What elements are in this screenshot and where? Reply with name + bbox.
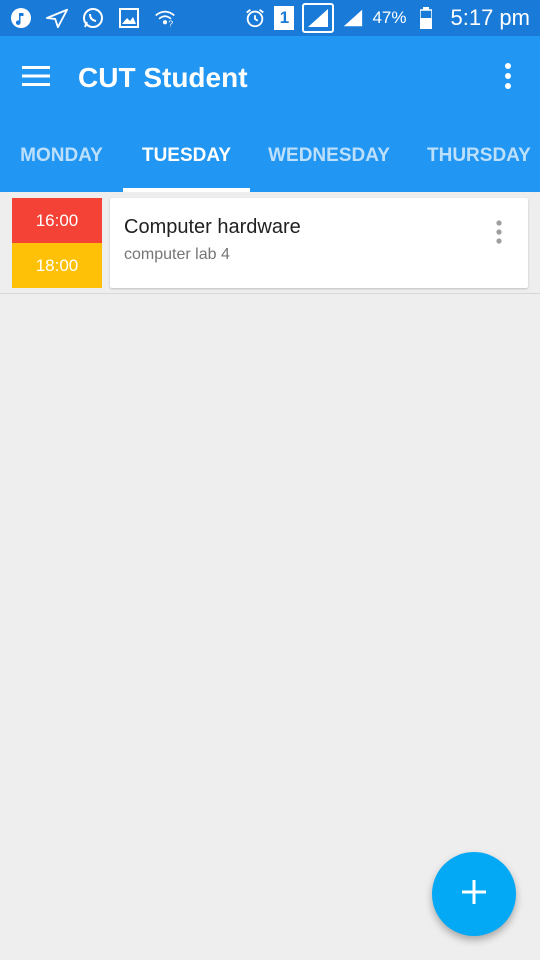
overflow-menu-button[interactable]	[476, 36, 540, 120]
status-bar: ? 1 47% 5:17 pm	[0, 0, 540, 36]
image-icon	[118, 7, 140, 29]
clock: 5:17 pm	[450, 5, 531, 30]
time-block: 16:00 18:00	[12, 198, 102, 288]
card-menu-button[interactable]	[492, 219, 506, 249]
subject-name: Computer hardware	[124, 216, 301, 238]
plus-icon	[462, 879, 486, 909]
battery-percent: 47%	[372, 8, 407, 27]
add-class-button[interactable]	[432, 852, 516, 936]
alarm-icon	[244, 7, 266, 29]
battery-icon	[415, 7, 437, 29]
svg-text:?: ?	[168, 18, 173, 28]
tab-tuesday[interactable]: TUESDAY	[123, 120, 250, 192]
hamburger-menu-icon	[22, 65, 50, 91]
send-icon	[46, 7, 68, 29]
list-item: 16:00 18:00 Computer hardware computer l…	[0, 192, 540, 294]
schedule-list: 16:00 18:00 Computer hardware computer l…	[0, 192, 540, 294]
signal-icon	[302, 3, 335, 33]
end-time: 18:00	[12, 243, 102, 288]
signal-icon	[342, 7, 364, 29]
toolbar: CUT Student	[0, 36, 540, 120]
day-tabs: MONDAY TUESDAY WEDNESDAY THURSDAY	[0, 120, 540, 192]
app-bar: CUT Student MONDAY TUESDAY WEDNESDAY THU…	[0, 36, 540, 192]
sim-icon: 1	[274, 6, 295, 30]
more-vertical-icon	[496, 219, 502, 249]
menu-button[interactable]	[0, 36, 72, 120]
tab-thursday[interactable]: THURSDAY	[408, 120, 540, 192]
app-title: CUT Student	[78, 62, 248, 93]
room-name: computer lab 4	[124, 246, 230, 263]
whatsapp-icon	[82, 7, 104, 29]
more-vertical-icon	[505, 62, 511, 94]
tab-wednesday[interactable]: WEDNESDAY	[250, 120, 408, 192]
music-icon	[10, 7, 32, 29]
class-card[interactable]: Computer hardware computer lab 4	[110, 198, 528, 288]
start-time: 16:00	[12, 198, 102, 243]
wifi-icon: ?	[154, 7, 176, 29]
tab-monday[interactable]: MONDAY	[0, 120, 123, 192]
